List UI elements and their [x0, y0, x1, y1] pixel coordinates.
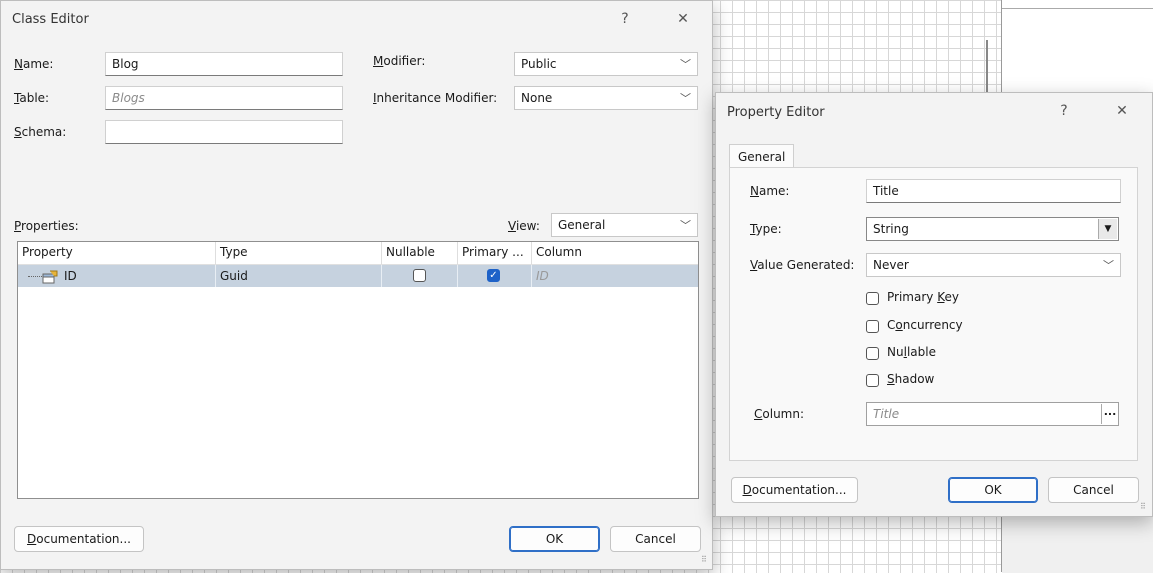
view-label: View:: [508, 219, 540, 233]
name-field[interactable]: Title: [866, 179, 1121, 203]
properties-label: Properties:: [14, 219, 79, 233]
ok-button[interactable]: OK: [509, 526, 600, 552]
primary-checkbox[interactable]: ✓: [487, 269, 500, 282]
property-editor-dialog: Property Editor ? ✕ General Name: Title …: [715, 92, 1153, 517]
property-name: ID: [64, 269, 77, 283]
close-icon[interactable]: ✕: [1112, 103, 1132, 119]
general-tab-page: Name: Title Type: String ▼ Value Generat…: [729, 167, 1138, 461]
property-editor-title: Property Editor: [727, 105, 825, 120]
column-cell[interactable]: ID: [532, 265, 698, 287]
type-cell[interactable]: Guid: [216, 265, 382, 287]
primary-key-checkbox[interactable]: [866, 292, 879, 305]
nullable-checkbox[interactable]: [413, 269, 426, 282]
tree-line: [28, 276, 42, 277]
tab-general[interactable]: General: [729, 144, 795, 168]
table-row[interactable]: ID Guid ✓ ID: [18, 265, 698, 287]
ok-button[interactable]: OK: [948, 477, 1038, 503]
designer-divider: [986, 40, 988, 92]
column-ellipsis-button[interactable]: ...: [1101, 404, 1118, 424]
documentation-button[interactable]: Documentation...: [14, 526, 144, 552]
class-editor-title: Class Editor: [12, 12, 89, 27]
documentation-button[interactable]: Documentation...: [731, 477, 858, 503]
inheritance-value: None: [521, 91, 553, 105]
name-label: Name:: [750, 184, 790, 198]
column-field[interactable]: Title: [866, 402, 1119, 426]
inheritance-select[interactable]: None ﹀: [514, 86, 698, 110]
schema-label: Schema:: [14, 125, 67, 139]
primary-cell[interactable]: ✓: [458, 265, 532, 287]
primary-key-label[interactable]: Primary Key: [887, 290, 959, 304]
value-generated-value: Never: [873, 258, 909, 272]
concurrency-label[interactable]: Concurrency: [887, 318, 963, 332]
shadow-label[interactable]: Shadow: [887, 372, 934, 386]
view-value: General: [558, 218, 606, 232]
side-panel-toolbar: [1002, 0, 1153, 9]
column-header-primary[interactable]: Primary ...: [458, 242, 532, 264]
column-header-column[interactable]: Column: [532, 242, 698, 264]
property-icon: [42, 269, 58, 284]
resize-grip-icon[interactable]: ⠿: [701, 556, 711, 567]
class-editor-dialog: Class Editor ? ✕ Name: Blog Table: Blogs…: [0, 0, 713, 570]
dropdown-arrow-icon[interactable]: ▼: [1098, 219, 1117, 239]
close-icon[interactable]: ✕: [673, 11, 693, 27]
value-generated-select[interactable]: Never ﹀: [866, 253, 1121, 277]
cancel-button[interactable]: Cancel: [610, 526, 701, 552]
property-cell[interactable]: ID: [18, 265, 216, 287]
properties-grid[interactable]: Property Type Nullable Primary ... Colum…: [17, 241, 699, 499]
nullable-checkbox[interactable]: [866, 347, 879, 360]
value-generated-label: Value Generated:: [750, 258, 855, 272]
chevron-down-icon: ﹀: [680, 92, 691, 105]
nullable-label[interactable]: Nullable: [887, 345, 936, 359]
name-label: Name:: [14, 57, 54, 71]
chevron-down-icon: ﹀: [1103, 259, 1114, 272]
table-field[interactable]: Blogs: [105, 86, 343, 110]
type-label: Type:: [750, 222, 782, 236]
modifier-label: Modifier:: [373, 54, 426, 68]
view-select[interactable]: General ﹀: [551, 213, 698, 237]
name-field[interactable]: Blog: [105, 52, 343, 76]
help-button[interactable]: ?: [1054, 103, 1074, 119]
modifier-select[interactable]: Public ﹀: [514, 52, 698, 76]
shadow-checkbox[interactable]: [866, 374, 879, 387]
grid-header: Property Type Nullable Primary ... Colum…: [18, 242, 698, 265]
nullable-cell[interactable]: [382, 265, 458, 287]
column-header-property[interactable]: Property: [18, 242, 216, 264]
type-select[interactable]: String ▼: [866, 217, 1119, 241]
concurrency-checkbox[interactable]: [866, 320, 879, 333]
modifier-value: Public: [521, 57, 557, 71]
type-value: String: [873, 222, 909, 236]
cancel-button[interactable]: Cancel: [1048, 477, 1139, 503]
help-button[interactable]: ?: [615, 11, 635, 27]
column-header-nullable[interactable]: Nullable: [382, 242, 458, 264]
chevron-down-icon: ﹀: [680, 219, 691, 232]
inheritance-label: Inheritance Modifier:: [373, 91, 498, 105]
resize-grip-icon[interactable]: ⠿: [1140, 503, 1150, 514]
column-label: Column:: [754, 407, 805, 421]
column-header-type[interactable]: Type: [216, 242, 382, 264]
chevron-down-icon: ﹀: [680, 58, 691, 71]
schema-field[interactable]: [105, 120, 343, 144]
table-label: Table:: [14, 91, 50, 105]
